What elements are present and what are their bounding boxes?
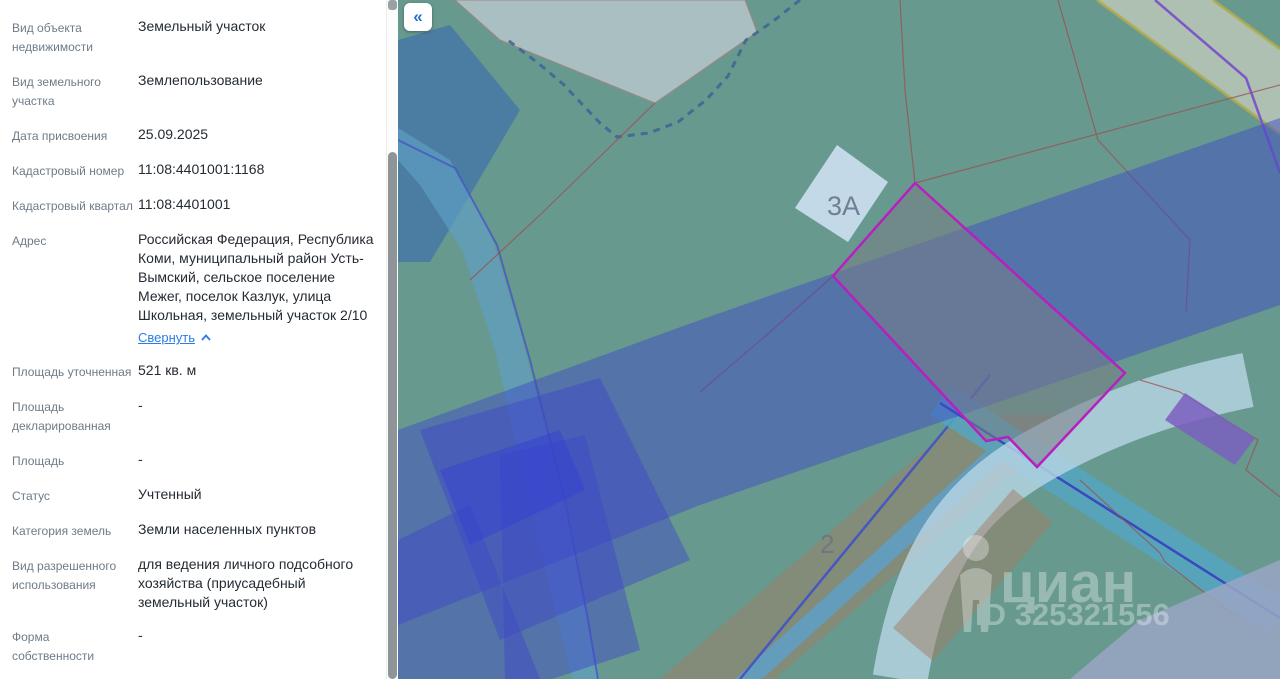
field-value-text: 25.09.2025 [138,126,209,142]
watermark-id: ID 325321556 [975,597,1170,632]
field-value: Учтенный [138,485,386,506]
field-value-text: 521 кв. м [138,362,197,378]
field-label: Вид объекта недвижимости [12,21,93,54]
collapse-panel-button[interactable]: « [404,3,432,31]
field-value-text: Учтенный [138,486,202,502]
field-label: Площадь декларированная [12,400,111,433]
field-value-text: - [138,627,143,643]
field-value: 11:08:4401001 [138,195,386,216]
field-label: Кадастровый квартал [12,199,133,213]
field-row: Кадастровый квартал 11:08:4401001 [12,195,386,216]
scrollbar-thumb[interactable] [388,152,397,679]
field-label: Статус [12,489,50,503]
field-value-text: 11:08:4401001:1168 [138,161,265,177]
field-value: 521 кв. м [138,361,386,382]
field-row: Дата присвоения 25.09.2025 [12,125,386,146]
field-row: Площадь декларированная - [12,396,386,436]
field-value: Российская Федерация, Республика Коми, м… [138,230,386,347]
field-label: Адрес [12,234,47,248]
scrollbar-top-stub [388,0,397,10]
field-label: Площадь [12,454,65,468]
field-row: Вид объекта недвижимости Земельный участо… [12,17,386,57]
field-value: 25.09.2025 [138,125,386,146]
map-canvas[interactable]: 3А 2 циан ID 325321556 [398,0,1280,679]
details-rows: Вид объекта недвижимости Земельный участо… [0,0,386,679]
field-label: Площадь уточненная [12,365,132,379]
collapse-address-link-text: Свернуть [138,330,196,345]
field-value-text: Российская Федерация, Республика Коми, м… [138,231,374,323]
field-row: Кадастровый номер 11:08:4401001:1168 [12,160,386,181]
field-value: Земельный участок [138,17,386,57]
field-row: Площадь - [12,450,386,471]
field-label: Кадастровый номер [12,164,125,178]
field-value: - [138,450,386,471]
collapse-address-link[interactable]: Свернуть [138,328,211,347]
field-label: Категория земель [12,524,112,538]
field-value: - [138,396,386,436]
field-value-text: Земельный участок [138,18,266,34]
field-row: Вид разрешенного использования для ведени… [12,555,386,612]
field-label: Вид разрешенного использования [12,559,117,592]
field-row: Адрес Российская Федерация, Республика Ко… [12,230,386,347]
field-row: Вид земельного участка Землепользование [12,71,386,111]
parcel-2-label: 2 [820,529,834,559]
building-3a-label: 3А [827,191,860,221]
field-row: Статус Учтенный [12,485,386,506]
field-label: Форма собственности [12,630,95,663]
chevron-up-icon [201,334,211,341]
field-row: Категория земель Земли населенных пунктов [12,520,386,541]
field-value-text: Землепользование [138,72,263,88]
object-details-panel: Вид объекта недвижимости Земельный участо… [0,0,386,679]
field-label: Дата присвоения [12,129,108,143]
field-value-text: Земли населенных пунктов [138,521,317,537]
field-value-text: - [138,397,143,413]
field-value: 11:08:4401001:1168 [138,160,386,181]
field-value-text: - [138,451,143,467]
field-row: Форма собственности - [12,626,386,666]
field-row: Площадь уточненная 521 кв. м [12,361,386,382]
field-label: Вид земельного участка [12,75,101,108]
field-value: для ведения личного подсобного хозяйства… [138,555,386,612]
field-value-text: для ведения личного подсобного хозяйства… [138,556,354,610]
field-value: - [138,626,386,666]
field-value-text: 11:08:4401001 [138,196,231,212]
cadastral-map-app: Вид объекта недвижимости Земельный участо… [0,0,1280,679]
field-value: Земли населенных пунктов [138,520,386,541]
field-value: Землепользование [138,71,386,111]
